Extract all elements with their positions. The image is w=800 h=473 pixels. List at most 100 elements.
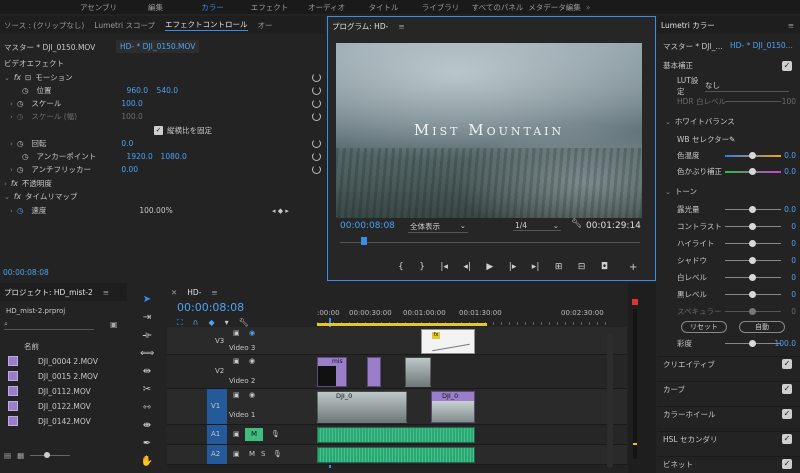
stopwatch-icon[interactable]: ◷	[17, 165, 24, 174]
ws-audio[interactable]: オーディオ	[298, 2, 355, 13]
vignette-header[interactable]: ビネット ✓	[657, 456, 800, 471]
track-id[interactable]: V2	[215, 367, 224, 375]
film-icon[interactable]: ▣	[233, 391, 240, 399]
pen-icon[interactable]: ✒	[140, 437, 154, 451]
reset-icon[interactable]	[312, 99, 321, 108]
menu-icon[interactable]: ≡	[788, 21, 794, 30]
mark-out-icon[interactable]: }	[419, 262, 425, 272]
chevron-down-icon[interactable]: ⌄	[4, 74, 10, 82]
eyedropper-icon[interactable]: ✎	[729, 135, 735, 144]
keyframe-nav-icon[interactable]: ◂ ◆ ▸	[272, 207, 289, 215]
ws-all-panels[interactable]: すべてのパネル	[469, 2, 526, 13]
close-icon[interactable]: ✕	[171, 288, 177, 297]
menu-icon[interactable]: ≡	[398, 22, 404, 31]
mic-icon[interactable]: 🎙︎	[271, 430, 280, 438]
ws-more-icon[interactable]: »	[583, 3, 593, 12]
selection-tool-icon[interactable]: ➤	[140, 293, 154, 307]
timeline-clip[interactable]	[367, 357, 381, 387]
ec-motion-row[interactable]: ⌄ fx ⊡ モーション	[0, 71, 325, 84]
lumetri-tab[interactable]: Lumetri カラー	[661, 20, 715, 31]
project-item[interactable]: DJI_0142.MOV	[8, 414, 91, 428]
reset-icon[interactable]	[312, 152, 321, 161]
curves-header[interactable]: カーブ ✓	[657, 381, 800, 396]
creative-header[interactable]: クリエイティブ ✓	[657, 356, 800, 371]
project-col-name[interactable]: 名前	[24, 341, 39, 352]
ripple-edit-icon[interactable]: ⟛	[140, 329, 154, 343]
ec-opacity-row[interactable]: › fx 不透明度	[0, 177, 325, 190]
anchor-y[interactable]: 1080.0	[161, 152, 187, 161]
lumetri-clip[interactable]: HD- * DJI_0150...	[730, 41, 793, 50]
ec-time-remap-row[interactable]: ⌄ fx タイムリマップ	[0, 190, 325, 203]
icon-view-icon[interactable]: ▦	[17, 451, 24, 460]
vignette-checkbox[interactable]: ✓	[782, 459, 792, 469]
timeline-clip[interactable]: DJI_0	[317, 391, 407, 423]
go-to-out-icon[interactable]: ▸|	[532, 262, 540, 272]
lumetri-master[interactable]: マスター * DJI_...	[663, 41, 723, 52]
program-video-frame[interactable]: Mist Mountain	[336, 43, 642, 218]
project-item[interactable]: DJI_0112.MOV	[8, 384, 91, 398]
rolling-edit-icon[interactable]: ⟺	[140, 347, 154, 361]
film-icon[interactable]: ▣	[233, 430, 240, 438]
timeline-clip[interactable]: DJI_0	[431, 391, 475, 423]
project-search-input[interactable]: ⌕	[4, 320, 94, 330]
tab-more[interactable]: オー	[258, 20, 273, 31]
timeline-scrollbar[interactable]	[607, 333, 613, 468]
chevron-right-icon[interactable]: ›	[10, 113, 13, 121]
film-icon[interactable]: ▣	[233, 450, 240, 458]
hsl-header[interactable]: HSL セカンダリ ✓	[657, 431, 800, 446]
menu-icon[interactable]: ≡	[211, 288, 217, 297]
wrench-icon[interactable]: 🔧︎	[571, 219, 582, 229]
position-y[interactable]: 540.0	[157, 86, 178, 95]
ws-assembly[interactable]: アセンブリ	[70, 2, 127, 13]
reset-icon[interactable]	[312, 112, 321, 121]
mic-icon[interactable]: 🎙︎	[273, 450, 282, 458]
reset-icon[interactable]	[312, 73, 321, 82]
whites-slider[interactable]	[725, 274, 781, 281]
speed-value[interactable]: 100.00%	[139, 206, 172, 215]
stopwatch-icon[interactable]: ◷	[17, 139, 24, 148]
anchor-x[interactable]: 1920.0	[127, 152, 161, 161]
reset-icon[interactable]	[312, 165, 321, 174]
tone-section[interactable]: ⌄ トーン	[657, 184, 800, 199]
timeline-tab[interactable]: HD-	[187, 288, 201, 297]
razor-icon[interactable]: ✂	[140, 383, 154, 397]
creative-checkbox[interactable]: ✓	[782, 359, 792, 369]
track-id[interactable]: V3	[215, 337, 224, 345]
chevron-down-icon[interactable]: ⌄	[4, 193, 10, 201]
ws-library[interactable]: ライブラリ	[412, 2, 469, 13]
auto-button[interactable]: 自動	[739, 321, 785, 333]
ws-edit[interactable]: 編集	[127, 2, 184, 13]
program-scrubber[interactable]	[340, 242, 640, 243]
contrast-value[interactable]: 0	[791, 222, 796, 231]
basic-checkbox[interactable]: ✓	[782, 60, 792, 71]
program-tab[interactable]: プログラム: HD-	[332, 21, 388, 32]
track-id[interactable]: V1	[211, 402, 220, 410]
stopwatch-icon[interactable]: ◷	[22, 86, 29, 95]
timeline-audio-clip[interactable]	[317, 447, 475, 463]
temperature-value[interactable]: 0.0	[784, 151, 796, 160]
ws-title[interactable]: タイトル	[355, 2, 412, 13]
list-view-icon[interactable]: ▤	[4, 451, 11, 460]
contrast-slider[interactable]	[725, 223, 781, 230]
slip-icon[interactable]: ⇿	[140, 401, 154, 415]
new-bin-icon[interactable]: ▣	[110, 320, 118, 329]
eye-icon[interactable]: ◉	[249, 329, 255, 337]
eye-icon[interactable]: ◉	[249, 391, 255, 399]
track-id[interactable]: A1	[211, 430, 220, 438]
shadows-slider[interactable]	[725, 257, 781, 264]
tab-lumetri-scope[interactable]: Lumetri スコープ	[94, 20, 155, 31]
program-timecode-in[interactable]: 00:00:08:08	[340, 221, 395, 231]
tab-source[interactable]: ソース : (クリップなし)	[4, 20, 84, 31]
chevron-down-icon[interactable]: ⌄	[665, 118, 671, 126]
blacks-value[interactable]: 0	[791, 290, 796, 299]
ec-master[interactable]: マスター * DJI_0150.MOV	[4, 42, 95, 53]
chevron-right-icon[interactable]: ›	[10, 207, 13, 215]
position-x[interactable]: 960.0	[127, 86, 157, 95]
project-item[interactable]: DJI_0004 2.MOV	[8, 354, 98, 368]
ec-clip[interactable]: HD- * DJI_0150.MOV	[116, 40, 200, 53]
highlights-slider[interactable]	[725, 240, 781, 247]
zoom-slider[interactable]	[30, 452, 71, 458]
timeline-timecode[interactable]: 00:00:08:08	[177, 301, 244, 314]
exposure-value[interactable]: 0.0	[784, 205, 796, 214]
lift-icon[interactable]: ⊞	[555, 262, 563, 272]
